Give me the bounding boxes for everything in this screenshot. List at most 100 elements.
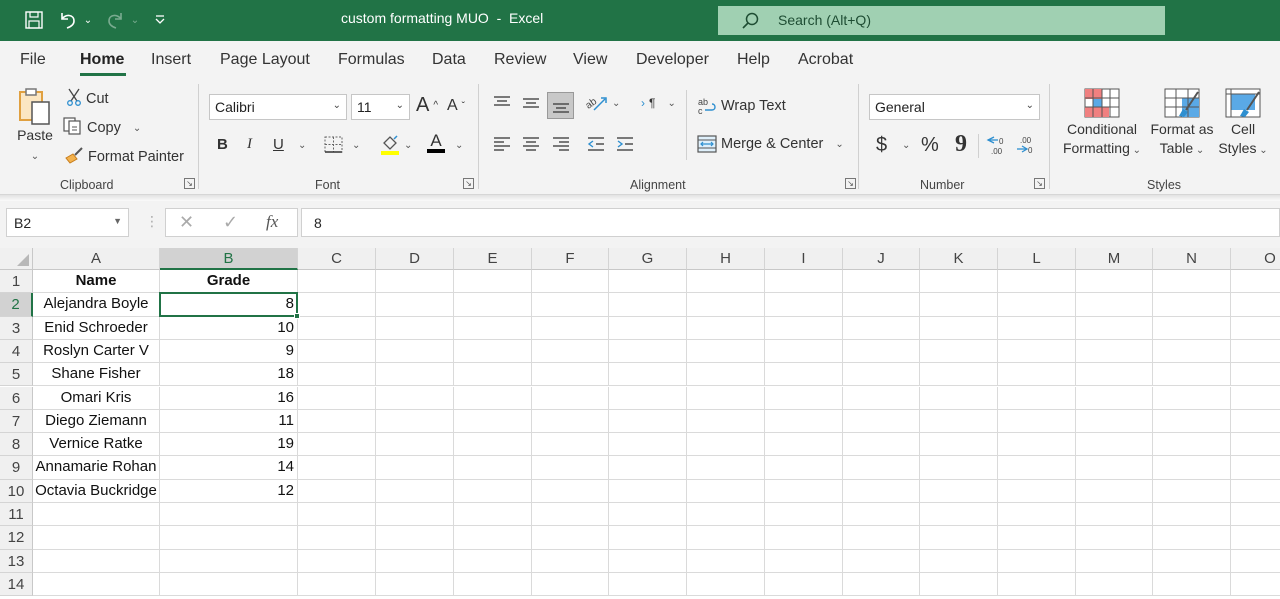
number-format-select[interactable]: General ⌄ — [869, 94, 1040, 120]
cell-g3[interactable] — [609, 316, 687, 340]
cell-c4[interactable] — [298, 339, 376, 364]
cell-c6[interactable] — [298, 386, 376, 410]
clipboard-launcher-icon[interactable]: ↘ — [184, 178, 195, 189]
name-box-dropdown-icon[interactable]: ▼ — [113, 216, 122, 226]
cell-h4[interactable] — [687, 339, 765, 364]
cell-j11[interactable] — [843, 503, 920, 527]
row-header-14[interactable]: 14 — [0, 572, 33, 597]
italic-button[interactable]: I — [247, 136, 252, 153]
cell-n8[interactable] — [1153, 433, 1231, 457]
cell-n2[interactable] — [1153, 293, 1231, 317]
cell-m1[interactable] — [1076, 270, 1153, 294]
decrease-indent-button[interactable] — [587, 136, 605, 152]
copy-dropdown-icon[interactable]: ⌄ — [133, 123, 141, 134]
cell-k3[interactable] — [920, 316, 998, 340]
column-header-d[interactable]: D — [376, 248, 454, 270]
text-direction-button[interactable]: › ¶ ⌄ — [641, 96, 676, 110]
cell-i8[interactable] — [765, 433, 843, 457]
decrease-font-size-button[interactable]: Aˇ — [447, 97, 465, 115]
cell-i6[interactable] — [765, 386, 843, 410]
cell-o12[interactable] — [1231, 526, 1280, 550]
row-header-4[interactable]: 4 — [0, 339, 33, 364]
column-header-a[interactable]: A — [33, 248, 160, 270]
enter-icon[interactable]: ✓ — [223, 212, 238, 233]
align-left-button[interactable] — [493, 136, 511, 152]
cell-k9[interactable] — [920, 456, 998, 480]
cell-h14[interactable] — [687, 572, 765, 597]
column-header-m[interactable]: M — [1076, 248, 1153, 270]
tab-home[interactable]: Home — [80, 51, 124, 69]
cell-j3[interactable] — [843, 316, 920, 340]
row-header-11[interactable]: 11 — [0, 503, 33, 527]
cell-g12[interactable] — [609, 526, 687, 550]
decrease-decimal-button[interactable]: .00 0 — [1015, 134, 1037, 156]
tab-insert[interactable]: Insert — [151, 51, 191, 69]
font-color-dropdown-icon[interactable]: ⌄ — [455, 140, 463, 151]
cell-h6[interactable] — [687, 386, 765, 410]
cell-f1[interactable] — [532, 270, 609, 294]
cell-j4[interactable] — [843, 339, 920, 364]
cell-i13[interactable] — [765, 549, 843, 573]
cell-e14[interactable] — [454, 572, 532, 597]
cell-styles-button[interactable]: Cell Styles ⌄ — [1215, 88, 1271, 160]
cell-g1[interactable] — [609, 270, 687, 294]
cell-b10[interactable]: 12 — [160, 479, 298, 503]
cell-a9[interactable]: Annamarie Rohan — [33, 456, 160, 480]
column-header-i[interactable]: I — [765, 248, 843, 270]
increase-decimal-button[interactable]: 0.00 — [986, 134, 1008, 156]
cell-b13[interactable] — [160, 549, 298, 573]
cell-b3[interactable]: 10 — [160, 316, 298, 340]
row-header-9[interactable]: 9 — [0, 456, 33, 480]
row-header-13[interactable]: 13 — [0, 549, 33, 573]
column-header-o[interactable]: O — [1231, 248, 1280, 270]
tab-page-layout[interactable]: Page Layout — [220, 51, 310, 69]
cell-f4[interactable] — [532, 339, 609, 364]
cell-j12[interactable] — [843, 526, 920, 550]
cell-h13[interactable] — [687, 549, 765, 573]
row-header-2[interactable]: 2 — [0, 293, 33, 317]
cell-d6[interactable] — [376, 386, 454, 410]
orientation-button[interactable]: ab ⌄ — [586, 94, 620, 112]
cell-h12[interactable] — [687, 526, 765, 550]
row-header-8[interactable]: 8 — [0, 433, 33, 457]
number-launcher-icon[interactable]: ↘ — [1034, 178, 1045, 189]
cell-n11[interactable] — [1153, 503, 1231, 527]
cell-g5[interactable] — [609, 363, 687, 387]
cell-n1[interactable] — [1153, 270, 1231, 294]
bottom-align-button[interactable] — [547, 92, 574, 119]
cell-j14[interactable] — [843, 572, 920, 597]
cell-b5[interactable]: 18 — [160, 363, 298, 387]
align-center-button[interactable] — [522, 136, 540, 152]
cell-k1[interactable] — [920, 270, 998, 294]
fill-color-dropdown-icon[interactable]: ⌄ — [404, 140, 412, 151]
cell-h8[interactable] — [687, 433, 765, 457]
cell-c11[interactable] — [298, 503, 376, 527]
cell-j5[interactable] — [843, 363, 920, 387]
row-header-12[interactable]: 12 — [0, 526, 33, 550]
undo-icon[interactable] — [57, 8, 79, 32]
cell-l8[interactable] — [998, 433, 1076, 457]
currency-dropdown-icon[interactable]: ⌄ — [902, 140, 910, 151]
top-align-button[interactable] — [493, 96, 511, 110]
cell-i1[interactable] — [765, 270, 843, 294]
formula-input[interactable]: 8 — [301, 208, 1280, 237]
cell-l13[interactable] — [998, 549, 1076, 573]
cell-c14[interactable] — [298, 572, 376, 597]
cell-i11[interactable] — [765, 503, 843, 527]
cell-d3[interactable] — [376, 316, 454, 340]
cell-i3[interactable] — [765, 316, 843, 340]
customize-qat-icon[interactable] — [153, 8, 167, 32]
cell-d2[interactable] — [376, 293, 454, 317]
alignment-launcher-icon[interactable]: ↘ — [845, 178, 856, 189]
cell-f3[interactable] — [532, 316, 609, 340]
cell-n5[interactable] — [1153, 363, 1231, 387]
cell-e8[interactable] — [454, 433, 532, 457]
wrap-text-button[interactable]: ab c Wrap Text — [697, 96, 786, 116]
font-size-select[interactable]: 11 ⌄ — [351, 94, 410, 120]
cell-g13[interactable] — [609, 549, 687, 573]
cell-a8[interactable]: Vernice Ratke — [33, 433, 160, 457]
cell-g10[interactable] — [609, 479, 687, 503]
cell-e11[interactable] — [454, 503, 532, 527]
align-right-button[interactable] — [552, 136, 570, 152]
cell-i4[interactable] — [765, 339, 843, 364]
